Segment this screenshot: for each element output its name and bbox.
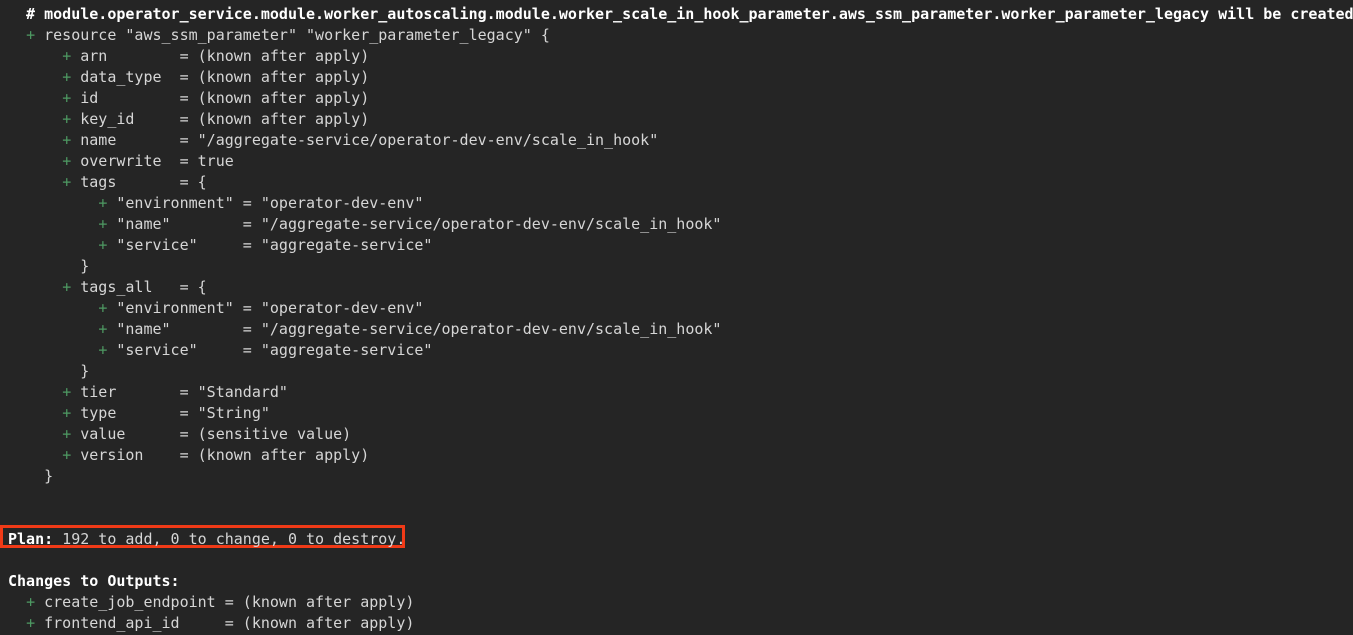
attribute-text: + data_type = (known after apply) (62, 68, 370, 86)
attribute-text: + name = "/aggregate-service/operator-de… (62, 131, 659, 149)
tag-entry-text: + "environment" = "operator-dev-env" (98, 194, 424, 212)
output-item-text: + create_job_endpoint = (known after app… (26, 593, 415, 611)
tag-entry-text: + "name" = "/aggregate-service/operator-… (98, 215, 722, 233)
resource-close-text: } (8, 467, 54, 485)
output-item-text: + frontend_api_id = (known after apply) (26, 614, 415, 632)
tags-close-line: } (0, 256, 1353, 277)
tag-all-entry-line: + "service" = "aggregate-service" (0, 340, 1353, 361)
tags-all-open-text: + tags_all = { (62, 278, 207, 296)
attribute-line: + arn = (known after apply) (0, 46, 1353, 67)
tags-all-open-line: + tags_all = { (0, 277, 1353, 298)
attribute-text: + arn = (known after apply) (62, 47, 370, 65)
attribute-text: + id = (known after apply) (62, 89, 370, 107)
tags-open-text: + tags = { (62, 173, 207, 191)
tags-all-close-text: } (8, 362, 90, 380)
attribute-text: + type = "String" (62, 404, 270, 422)
attribute-line: + id = (known after apply) (0, 88, 1353, 109)
attribute-line: + type = "String" (0, 403, 1353, 424)
attribute-text: + tier = "Standard" (62, 383, 288, 401)
attribute-line: + data_type = (known after apply) (0, 67, 1353, 88)
tag-all-entry-line: + "environment" = "operator-dev-env" (0, 298, 1353, 319)
outputs-heading-line: Changes to Outputs: (0, 571, 1353, 592)
tag-all-entry-line: + "name" = "/aggregate-service/operator-… (0, 319, 1353, 340)
plan-summary-detail: 192 to add, 0 to change, 0 to destroy. (53, 530, 406, 548)
attribute-text: + version = (known after apply) (62, 446, 370, 464)
tag-all-entry-text: + "service" = "aggregate-service" (98, 341, 433, 359)
attribute-text: + overwrite = true (62, 152, 234, 170)
terminal-output-pane: # module.operator_service.module.worker_… (0, 0, 1353, 635)
tag-entry-line: + "service" = "aggregate-service" (0, 235, 1353, 256)
tags-all-close-line: } (0, 361, 1353, 382)
attribute-line: + tier = "Standard" (0, 382, 1353, 403)
output-item-line: + frontend_api_id = (known after apply) (0, 613, 1353, 634)
tag-entry-line: + "environment" = "operator-dev-env" (0, 193, 1353, 214)
plan-summary-label: Plan: (8, 530, 54, 548)
attribute-line: + value = (sensitive value) (0, 424, 1353, 445)
resource-open-line: + resource "aws_ssm_parameter" "worker_p… (0, 25, 1353, 46)
attribute-line: + key_id = (known after apply) (0, 109, 1353, 130)
tag-all-entry-text: + "environment" = "operator-dev-env" (98, 299, 424, 317)
output-item-line: + create_job_endpoint = (known after app… (0, 592, 1353, 613)
resource-address-text: # module.operator_service.module.worker_… (8, 5, 1353, 23)
attribute-text: + key_id = (known after apply) (62, 110, 370, 128)
tag-all-entry-text: + "name" = "/aggregate-service/operator-… (98, 320, 722, 338)
resource-open-text: + resource "aws_ssm_parameter" "worker_p… (26, 26, 550, 44)
resource-close-line: } (0, 466, 1353, 487)
attribute-text: + value = (sensitive value) (62, 425, 352, 443)
tag-entry-line: + "name" = "/aggregate-service/operator-… (0, 214, 1353, 235)
outputs-heading-text: Changes to Outputs: (8, 572, 180, 590)
plan-summary-row: Plan: 192 to add, 0 to change, 0 to dest… (0, 525, 1353, 550)
plan-summary-line: Plan: 192 to add, 0 to change, 0 to dest… (0, 529, 1353, 550)
attribute-line: + overwrite = true (0, 151, 1353, 172)
attribute-line: + version = (known after apply) (0, 445, 1353, 466)
resource-header-line: # module.operator_service.module.worker_… (0, 4, 1353, 25)
tags-open-line: + tags = { (0, 172, 1353, 193)
tag-entry-text: + "service" = "aggregate-service" (98, 236, 433, 254)
attribute-line: + name = "/aggregate-service/operator-de… (0, 130, 1353, 151)
tags-close-text: } (8, 257, 90, 275)
